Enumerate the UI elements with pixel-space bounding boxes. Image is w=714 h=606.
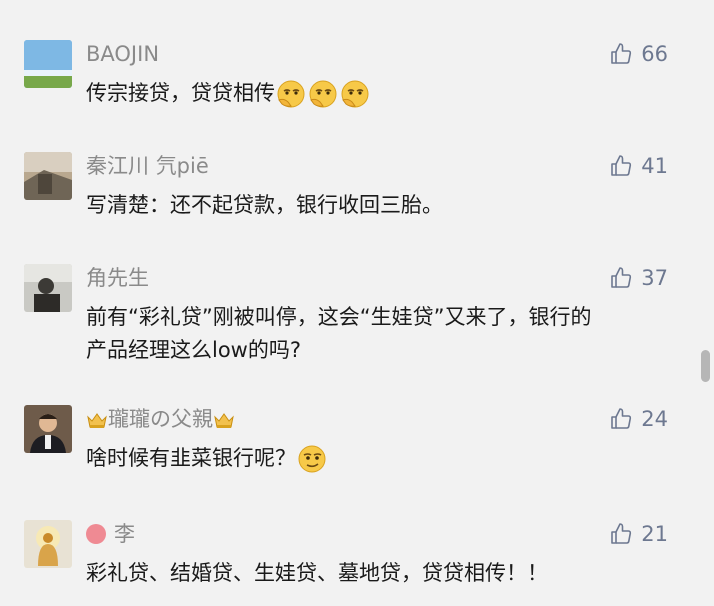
like-count: 37 — [641, 266, 668, 290]
like-count: 66 — [641, 42, 668, 66]
avatar[interactable] — [24, 152, 72, 200]
smirk-emoji-icon — [296, 443, 328, 475]
thumbs-up-icon — [609, 42, 641, 66]
like-button[interactable]: 37 — [609, 264, 668, 292]
thumbs-up-icon — [609, 154, 641, 178]
crown-icon — [213, 409, 235, 429]
like-button[interactable]: 66 — [609, 40, 668, 68]
like-button[interactable]: 21 — [609, 520, 668, 548]
username[interactable]: 李 — [86, 520, 135, 548]
comment-item: BAOJIN 66 传宗接贷，贷贷相传 — [0, 40, 714, 120]
smirk-hand-emoji-icon — [307, 78, 339, 110]
scrollbar[interactable] — [701, 350, 710, 382]
red-circle-icon — [86, 524, 106, 544]
smirk-hand-emoji-icon — [339, 78, 371, 110]
avatar[interactable] — [24, 520, 72, 568]
comment-item: 角先生 37 前有“彩礼贷”刚被叫停，这会“生娃贷”又来了，银行的 产品经理这么… — [0, 264, 714, 374]
like-count: 41 — [641, 154, 668, 178]
like-count: 21 — [641, 522, 668, 546]
crown-icon — [86, 409, 108, 429]
thumbs-up-icon — [609, 407, 641, 431]
comment-text: 前有“彩礼贷”刚被叫停，这会“生娃贷”又来了，银行的 产品经理这么low的吗? — [86, 305, 592, 362]
like-button[interactable]: 24 — [609, 405, 668, 433]
thumbs-up-icon — [609, 522, 641, 546]
username[interactable]: 角先生 — [86, 264, 149, 292]
username[interactable]: 瓏瓏の父親 — [86, 405, 235, 433]
comment-text: 啥时候有韭菜银行呢？ — [86, 442, 682, 475]
comment-item: 瓏瓏の父親 24 啥时候有韭菜银行呢？ — [0, 405, 714, 485]
avatar[interactable] — [24, 40, 72, 88]
like-count: 24 — [641, 407, 668, 431]
comment-item: 李 21 彩礼贷、结婚贷、生娃贷、墓地贷，贷贷相传！！ — [0, 520, 714, 600]
comment-text: 写清楚：还不起贷款，银行收回三胎。 — [86, 193, 443, 217]
avatar[interactable] — [24, 264, 72, 312]
like-button[interactable]: 41 — [609, 152, 668, 180]
comment-item: 秦江川 氕piē 41 写清楚：还不起贷款，银行收回三胎。 — [0, 152, 714, 232]
comment-text: 彩礼贷、结婚贷、生娃贷、墓地贷，贷贷相传！！ — [86, 561, 548, 585]
avatar[interactable] — [24, 405, 72, 453]
thumbs-up-icon — [609, 266, 641, 290]
smirk-hand-emoji-icon — [275, 78, 307, 110]
username[interactable]: 秦江川 氕piē — [86, 152, 209, 180]
comment-text: 传宗接贷，贷贷相传 — [86, 77, 682, 110]
username[interactable]: BAOJIN — [86, 40, 159, 68]
